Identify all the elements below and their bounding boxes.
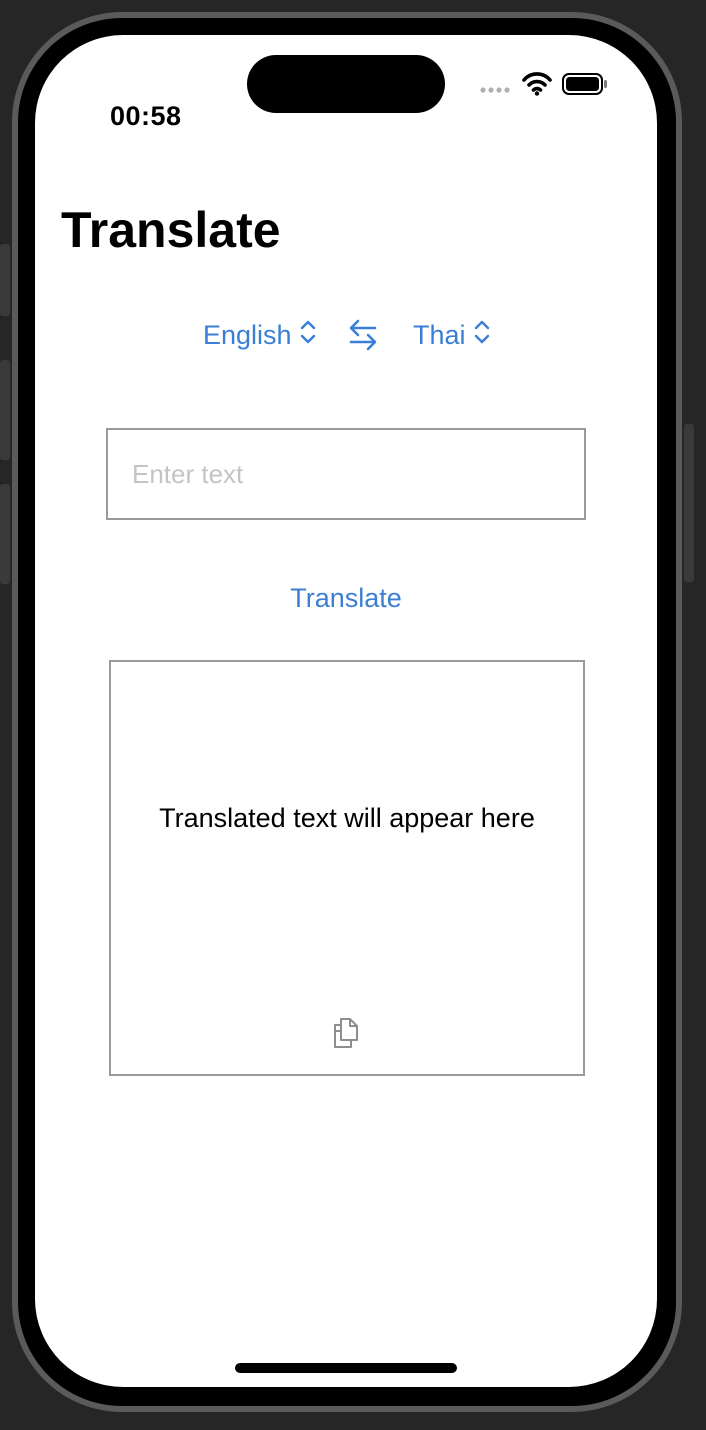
copy-button[interactable] bbox=[331, 1014, 363, 1050]
chevron-up-down-icon bbox=[300, 319, 316, 352]
language-bar: English Thai bbox=[35, 313, 657, 357]
translate-button[interactable]: Translate bbox=[35, 583, 657, 614]
device-side-button bbox=[0, 244, 10, 316]
dynamic-island bbox=[247, 55, 445, 113]
target-language-label: Thai bbox=[413, 319, 466, 350]
copy-documents-icon bbox=[334, 1018, 358, 1048]
battery-icon bbox=[562, 73, 607, 95]
swap-languages-button[interactable] bbox=[348, 317, 378, 353]
status-icons bbox=[479, 69, 609, 99]
simulator-stage: 00:58 Translate English Thai Enter text … bbox=[0, 0, 706, 1430]
app-screen: 00:58 Translate English Thai Enter text … bbox=[35, 35, 657, 1387]
device-side-button bbox=[0, 360, 10, 460]
source-language-label: English bbox=[203, 319, 292, 350]
signal-dots-icon bbox=[480, 87, 510, 93]
chevron-up-down-icon bbox=[474, 319, 490, 352]
wifi-icon bbox=[522, 72, 552, 96]
status-time: 00:58 bbox=[110, 101, 182, 131]
target-language-picker[interactable]: Thai bbox=[413, 313, 490, 357]
text-input-box bbox=[106, 428, 586, 520]
device-side-button bbox=[0, 484, 10, 584]
source-language-picker[interactable]: English bbox=[203, 313, 316, 357]
page-title: Translate bbox=[61, 202, 281, 258]
status-icons-svg bbox=[480, 72, 607, 96]
translation-output-box: Translated text will appear here bbox=[109, 660, 585, 1076]
home-indicator[interactable] bbox=[235, 1363, 457, 1373]
swap-arrows-icon bbox=[349, 319, 377, 351]
translation-output-text: Translated text will appear here bbox=[159, 803, 535, 833]
source-text-input[interactable] bbox=[108, 430, 584, 518]
device-power-button bbox=[684, 424, 694, 582]
